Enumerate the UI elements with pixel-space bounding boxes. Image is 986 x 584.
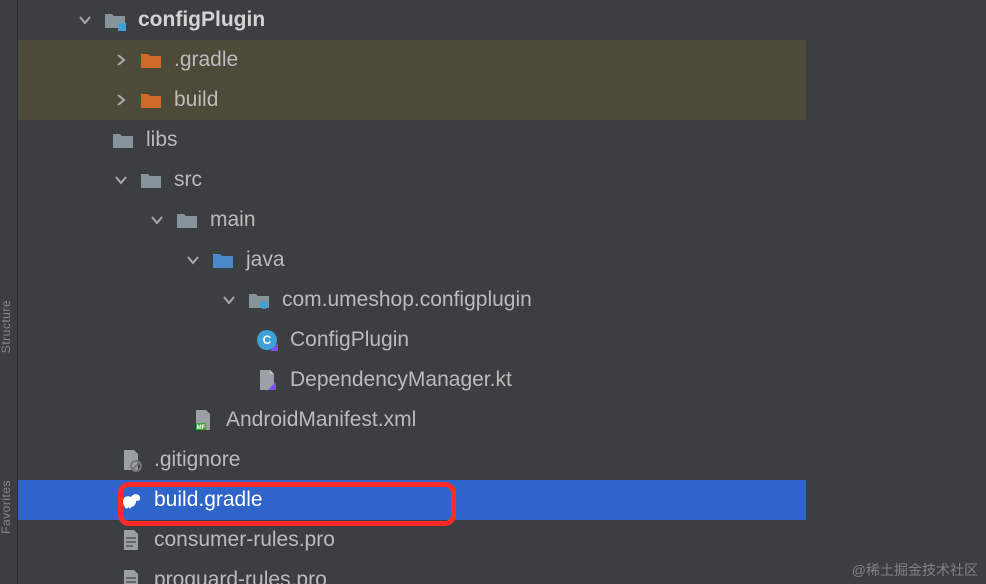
manifest-icon: MF [190,407,216,433]
chevron-down-icon[interactable] [74,9,96,31]
tree-node-label: DependencyManager.kt [290,368,512,392]
tree-node-root[interactable]: configPlugin [18,0,806,40]
tree-node-label: java [246,248,285,272]
tree-node-label: configPlugin [138,8,265,32]
tool-window-sidebar: Structure Favorites [0,0,18,584]
tree-node-label: .gitignore [154,448,240,472]
tree-node-label: proguard-rules.pro [154,568,327,584]
svg-text:C: C [263,333,272,347]
tree-node-proguard[interactable]: proguard-rules.pro [18,560,806,584]
tree-node-label: libs [146,128,178,152]
folder-orange-icon [138,47,164,73]
kotlin-file-icon [254,367,280,393]
tree-node-label: AndroidManifest.xml [226,408,416,432]
tree-node-label: com.umeshop.configplugin [282,288,532,312]
tree-node-label: src [174,168,202,192]
folder-gray-icon [174,207,200,233]
tree-node-label: ConfigPlugin [290,328,409,352]
kotlin-class-icon: C [254,327,280,353]
tree-node-depMgr[interactable]: DependencyManager.kt [18,360,806,400]
tree-node-manifest[interactable]: MF AndroidManifest.xml [18,400,806,440]
svg-text:MF: MF [197,425,206,431]
tree-node-gitignore[interactable]: .gitignore [18,440,806,480]
chevron-right-icon[interactable] [110,49,132,71]
tree-node-src[interactable]: src [18,160,806,200]
chevron-down-icon[interactable] [218,289,240,311]
package-icon [246,287,272,313]
tree-node-pkg[interactable]: com.umeshop.configplugin [18,280,806,320]
tree-node-gradleDir[interactable]: .gradle [18,40,806,80]
tree-node-libs[interactable]: libs [18,120,806,160]
tree-node-buildDir[interactable]: build [18,80,806,120]
gitignore-icon [118,447,144,473]
tree-node-label: main [210,208,256,232]
module-folder-icon [102,7,128,33]
chevron-down-icon[interactable] [146,209,168,231]
project-tree[interactable]: configPlugin .gradle build libs srcmain java c… [18,0,806,584]
tree-node-label: consumer-rules.pro [154,528,335,552]
tree-node-cfgPlugin[interactable]: C ConfigPlugin [18,320,806,360]
tree-node-label: .gradle [174,48,238,72]
watermark-text: @稀土掘金技术社区 [852,560,978,580]
tree-node-label: build.gradle [154,488,263,512]
chevron-right-icon[interactable] [110,89,132,111]
folder-gray-icon [138,167,164,193]
proguard-icon [118,527,144,553]
sidebar-tab-favorites[interactable]: Favorites [0,480,13,534]
chevron-down-icon[interactable] [110,169,132,191]
proguard-icon [118,567,144,584]
folder-orange-icon [138,87,164,113]
tree-node-main[interactable]: main [18,200,806,240]
chevron-down-icon[interactable] [182,249,204,271]
folder-blue-icon [210,247,236,273]
tree-node-buildGradle[interactable]: build.gradle [18,480,806,520]
tree-node-java[interactable]: java [18,240,806,280]
folder-gray-icon [110,127,136,153]
gradle-icon [118,487,144,513]
tree-node-label: build [174,88,218,112]
tree-node-consumer[interactable]: consumer-rules.pro [18,520,806,560]
project-tree-panel[interactable]: configPlugin .gradle build libs srcmain java c… [18,0,986,584]
sidebar-tab-structure[interactable]: Structure [0,300,13,353]
